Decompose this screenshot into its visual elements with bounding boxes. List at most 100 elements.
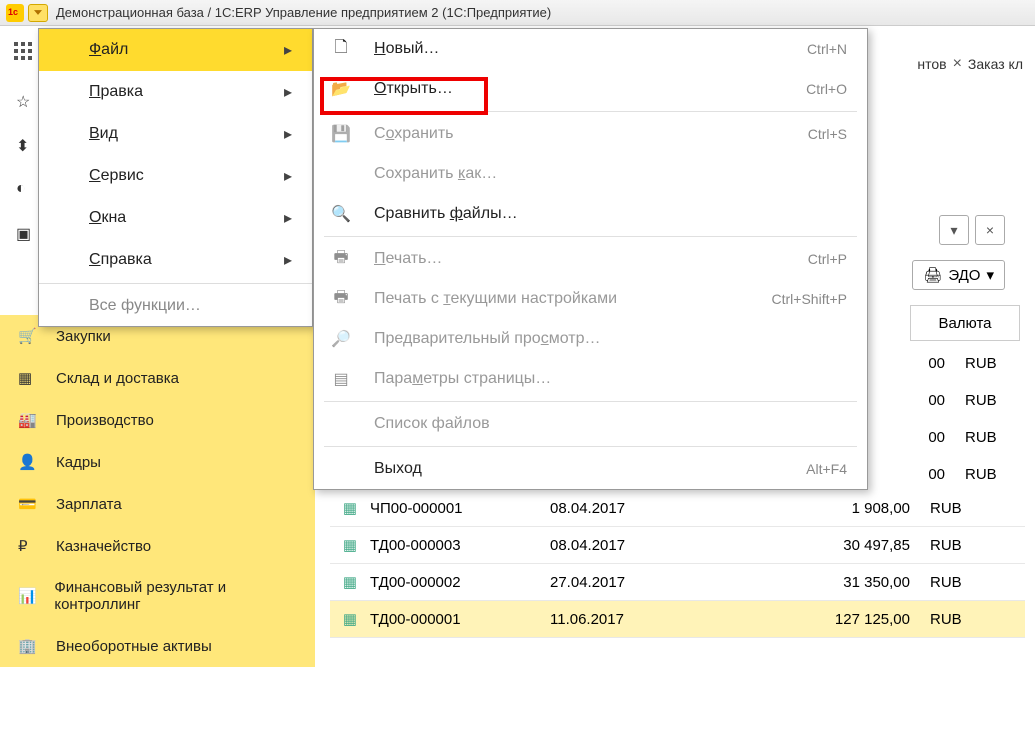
submenu-item-save-icon: 💾СохранитьCtrl+S xyxy=(314,114,867,154)
shortcut-key: Ctrl+P xyxy=(808,251,847,267)
compare-icon: 🔍 xyxy=(328,204,354,224)
shortcut-key: Ctrl+S xyxy=(808,126,847,142)
menu1-item-Файл[interactable]: Файл▸ xyxy=(39,29,312,71)
tab-partial-1[interactable]: нтов xyxy=(917,56,946,72)
document-icon: ▦ xyxy=(330,610,370,628)
sidebar-item-label: Закупки xyxy=(56,328,111,345)
blank-icon xyxy=(328,414,354,434)
preview-icon: 🔎 xyxy=(328,329,354,349)
submenu-item-Выход[interactable]: ВыходAlt+F4 xyxy=(314,449,867,489)
submenu-item-preview-icon: 🔎Предварительный просмотр… xyxy=(314,319,867,359)
shortcut-key: Ctrl+O xyxy=(806,81,847,97)
print-icon: 🖶 xyxy=(328,249,354,269)
side-icon-2[interactable]: ⬍ xyxy=(16,136,36,154)
tab-close-button[interactable]: × xyxy=(953,55,962,73)
document-icon: ▦ xyxy=(330,536,370,554)
tab-partial-2[interactable]: Заказ кл xyxy=(968,56,1023,72)
menu-all-functions[interactable]: Все функции… xyxy=(39,286,312,326)
window-title: Демонстрационная база / 1C:ERP Управлени… xyxy=(56,5,551,20)
submenu-item-Список файлов: Список файлов xyxy=(314,404,867,444)
ruble-icon: ₽ xyxy=(18,537,40,555)
submenu-separator xyxy=(324,446,857,447)
person-icon: 👤 xyxy=(18,453,40,471)
warehouse-icon: ▦ xyxy=(18,369,40,387)
main-menu: Файл▸Правка▸Вид▸Сервис▸Окна▸Справка▸ Все… xyxy=(38,28,313,327)
chart-icon: 📊 xyxy=(18,587,38,605)
assets-icon: 🏢 xyxy=(18,637,40,655)
file-submenu: 🗋Новый…Ctrl+N📂Открыть…Ctrl+O 💾СохранитьCt… xyxy=(313,28,868,490)
blank-icon xyxy=(328,164,354,184)
sidebar-item-label: Производство xyxy=(56,412,154,429)
sidebar-item-label: Финансовый результат и контроллинг xyxy=(54,579,297,613)
open-folder-icon: 📂 xyxy=(328,79,354,99)
submenu-separator xyxy=(324,236,857,237)
print2-icon: 🖶 xyxy=(328,289,354,309)
submenu-arrow-icon: ▸ xyxy=(284,250,292,270)
submenu-item-print2-icon: 🖶Печать с текущими настройкамиCtrl+Shift… xyxy=(314,279,867,319)
sidebar-item-warehouse-icon[interactable]: ▦ Склад и доставка xyxy=(0,357,315,399)
blank-icon xyxy=(328,459,354,479)
edo-label: ЭДО xyxy=(948,267,980,284)
toolbar-btn-clear[interactable]: × xyxy=(975,215,1005,245)
submenu-item-print-icon: 🖶Печать…Ctrl+P xyxy=(314,239,867,279)
apps-grid-icon[interactable] xyxy=(14,42,36,64)
menu1-item-Окна[interactable]: Окна▸ xyxy=(39,197,312,239)
toolbar-right-buttons: ▾ × xyxy=(939,215,1005,245)
menu1-item-Вид[interactable]: Вид▸ xyxy=(39,113,312,155)
submenu-item-open-folder-icon[interactable]: 📂Открыть…Ctrl+O xyxy=(314,69,867,109)
table-row[interactable]: ▦ТД00-00000111.06.2017127 125,00RUB xyxy=(330,601,1025,638)
menu1-item-Справка[interactable]: Справка▸ xyxy=(39,239,312,281)
sidebar-item-label: Кадры xyxy=(56,454,101,471)
side-icon-4[interactable]: ▣ xyxy=(16,224,36,242)
open-tabs: нтов × Заказ кл xyxy=(917,55,1023,73)
document-icon: ▦ xyxy=(330,573,370,591)
factory-icon: 🏭 xyxy=(18,411,40,429)
side-icon-3[interactable]: ◐ xyxy=(16,180,36,198)
table-row[interactable]: ▦ТД00-00000308.04.201730 497,85RUB xyxy=(330,527,1025,564)
sidebar-item-assets-icon[interactable]: 🏢 Внеоборотные активы xyxy=(0,625,315,667)
app-logo-icon xyxy=(6,4,24,22)
sidebar-item-card-icon[interactable]: 💳 Зарплата xyxy=(0,483,315,525)
submenu-arrow-icon: ▸ xyxy=(284,82,292,102)
sidebar-item-label: Зарплата xyxy=(56,496,122,513)
sidebar-item-label: Внеоборотные активы xyxy=(56,638,212,655)
chevron-down-icon: ▾ xyxy=(986,266,994,284)
shortcut-key: Ctrl+N xyxy=(807,41,847,57)
submenu-separator xyxy=(324,111,857,112)
edo-icon: 🖨 xyxy=(923,266,942,284)
table-row[interactable]: ▦ТД00-00000227.04.201731 350,00RUB xyxy=(330,564,1025,601)
submenu-item-page-setup-icon: ▤Параметры страницы… xyxy=(314,359,867,399)
sidebar-item-label: Склад и доставка xyxy=(56,370,179,387)
table-row[interactable]: ▦ЧП00-00000108.04.20171 908,00RUB xyxy=(330,490,1025,527)
submenu-arrow-icon: ▸ xyxy=(284,166,292,186)
sidebar-item-factory-icon[interactable]: 🏭 Производство xyxy=(0,399,315,441)
menu1-item-Правка[interactable]: Правка▸ xyxy=(39,71,312,113)
shortcut-key: Ctrl+Shift+P xyxy=(772,291,847,307)
cart-icon: 🛒 xyxy=(18,327,40,345)
sidebar-item-label: Казначейство xyxy=(56,538,151,555)
side-quick-icons: ☆ ⬍ ◐ ▣ xyxy=(16,92,36,242)
edo-button[interactable]: 🖨 ЭДО ▾ xyxy=(912,260,1005,290)
main-menu-dropdown-button[interactable] xyxy=(28,4,48,22)
submenu-arrow-icon: ▸ xyxy=(284,208,292,228)
submenu-arrow-icon: ▸ xyxy=(284,40,292,60)
side-icon-1[interactable]: ☆ xyxy=(16,92,36,110)
card-icon: 💳 xyxy=(18,495,40,513)
submenu-item-Сохранить как…: Сохранить как… xyxy=(314,154,867,194)
submenu-arrow-icon: ▸ xyxy=(284,124,292,144)
save-icon: 💾 xyxy=(328,124,354,144)
table-header-currency[interactable]: Валюта xyxy=(910,305,1020,341)
sidebar-item-ruble-icon[interactable]: ₽ Казначейство xyxy=(0,525,315,567)
sidebar-item-chart-icon[interactable]: 📊 Финансовый результат и контроллинг xyxy=(0,567,315,625)
submenu-item-compare-icon[interactable]: 🔍Сравнить файлы… xyxy=(314,194,867,234)
sidebar: 🛒 Закупки ▦ Склад и доставка 🏭 Производство 👤 К… xyxy=(0,315,315,667)
sidebar-item-person-icon[interactable]: 👤 Кадры xyxy=(0,441,315,483)
submenu-item-new-file-icon[interactable]: 🗋Новый…Ctrl+N xyxy=(314,29,867,69)
page-setup-icon: ▤ xyxy=(328,369,354,389)
toolbar-btn-dropdown[interactable]: ▾ xyxy=(939,215,969,245)
document-icon: ▦ xyxy=(330,499,370,517)
shortcut-key: Alt+F4 xyxy=(806,461,847,477)
titlebar: Демонстрационная база / 1C:ERP Управлени… xyxy=(0,0,1035,26)
menu-separator xyxy=(39,283,312,284)
menu1-item-Сервис[interactable]: Сервис▸ xyxy=(39,155,312,197)
